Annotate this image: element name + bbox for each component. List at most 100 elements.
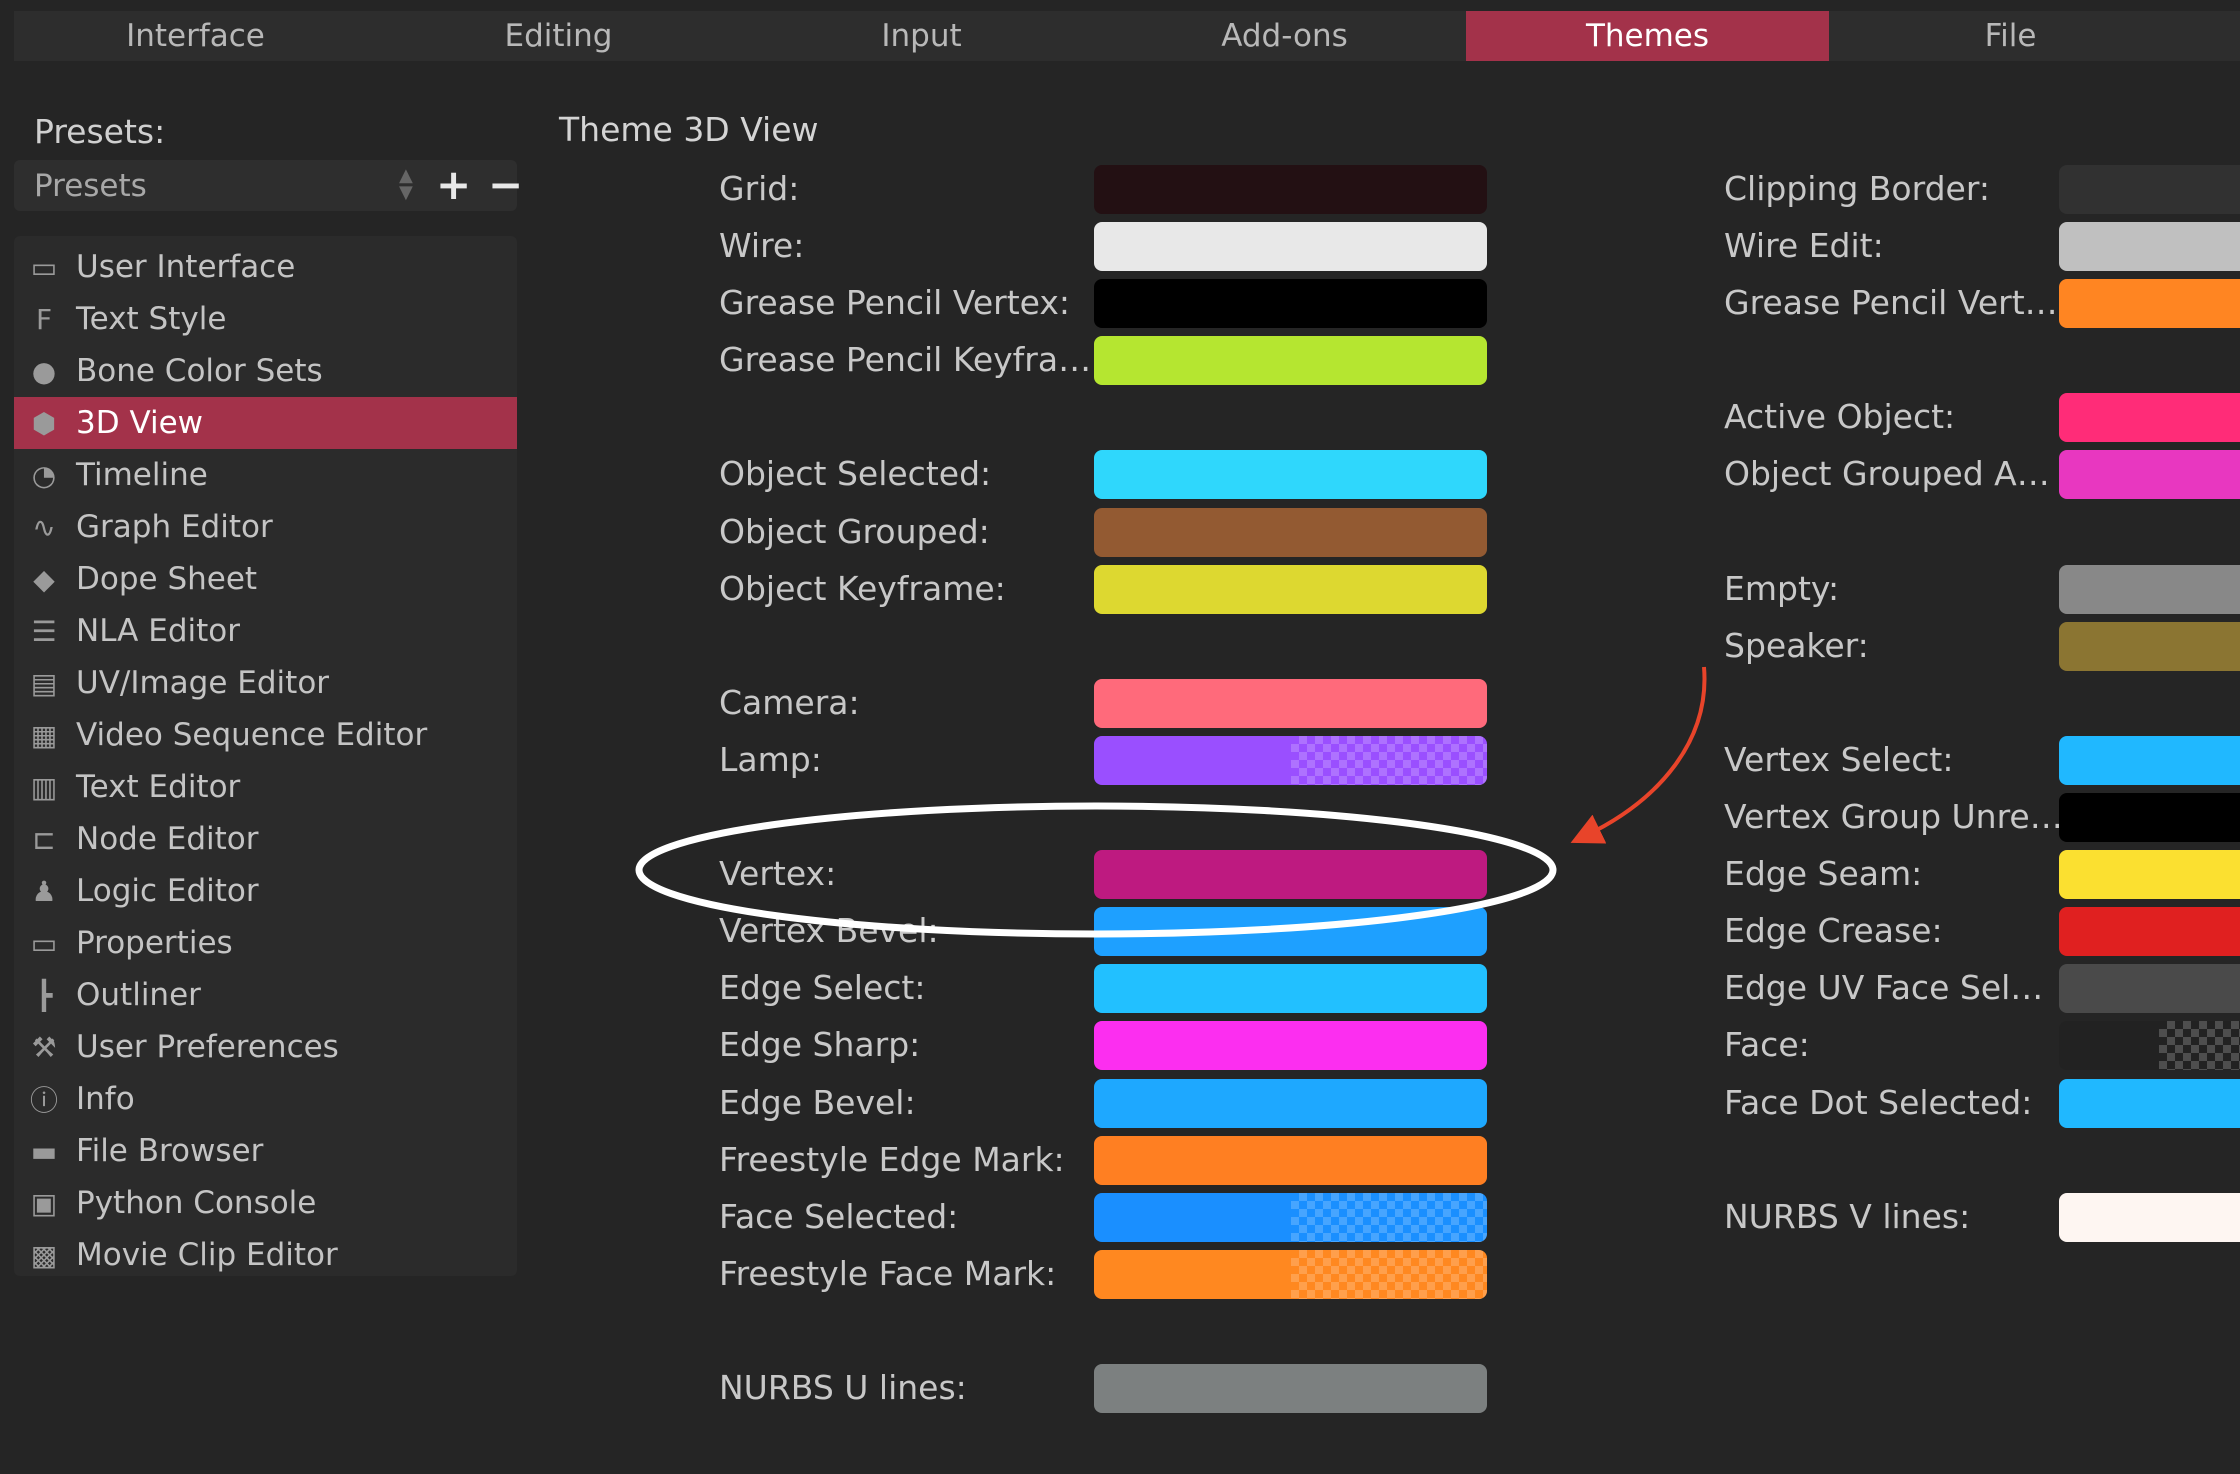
color-swatch[interactable]	[1094, 507, 1487, 557]
preferences-tabs: Interface Editing Input Add-ons Themes File	[14, 11, 2240, 61]
presets-value: Presets	[34, 168, 147, 204]
color-swatch[interactable]	[2059, 279, 2240, 329]
color-label: Grease Pencil Vertex:	[719, 283, 1071, 323]
sidebar-item-label: Text Editor	[76, 769, 241, 805]
color-label: Empty:	[1724, 568, 1840, 608]
color-swatch[interactable]	[1094, 336, 1487, 386]
remove-preset-button[interactable]: −	[488, 160, 523, 209]
sidebar-item-text-style[interactable]: F Text Style	[14, 293, 517, 345]
color-label: Active Object:	[1724, 397, 1956, 437]
sidebar-item-label: Outliner	[76, 977, 201, 1013]
color-swatch[interactable]	[2059, 1021, 2240, 1071]
sidebar-item-graph-editor[interactable]: ∿ Graph Editor	[14, 501, 517, 553]
sidebar-item-label: Logic Editor	[76, 873, 259, 909]
sidebar-item-movie-clip-editor[interactable]: ▩ Movie Clip Editor	[14, 1229, 517, 1281]
sidebar-item-label: Text Style	[76, 301, 227, 337]
color-label: Edge Crease:	[1724, 911, 1943, 951]
presets-dropdown[interactable]: Presets ▲ ▼ + −	[14, 160, 523, 211]
color-swatch[interactable]	[1094, 1363, 1487, 1413]
sidebar-item-info[interactable]: ⓘ Info	[14, 1073, 517, 1125]
updown-arrows-icon: ▲ ▼	[399, 165, 413, 203]
color-swatch[interactable]	[1094, 964, 1487, 1014]
color-swatch[interactable]	[2059, 564, 2240, 614]
color-label: Face Selected:	[719, 1196, 959, 1236]
tab-add-ons[interactable]: Add-ons	[1103, 11, 1466, 61]
color-label: Face:	[1724, 1025, 1810, 1065]
tab-editing[interactable]: Editing	[377, 11, 740, 61]
color-swatch[interactable]	[2059, 450, 2240, 500]
sidebar-item-dope-sheet[interactable]: ◆ Dope Sheet	[14, 553, 517, 605]
color-swatch[interactable]	[1094, 450, 1487, 500]
color-swatch[interactable]	[2059, 850, 2240, 900]
color-label: Edge Sharp:	[719, 1025, 921, 1065]
sidebar-item-label: Movie Clip Editor	[76, 1237, 338, 1273]
sidebar-item-label: Node Editor	[76, 821, 259, 857]
console-icon: ▣	[30, 1186, 58, 1220]
sidebar-item-uv-image-editor[interactable]: ▤ UV/Image Editor	[14, 657, 517, 709]
color-swatch[interactable]	[2059, 222, 2240, 272]
sidebar-item-user-preferences[interactable]: ⚒ User Preferences	[14, 1021, 517, 1073]
properties-icon: ▭	[30, 926, 58, 960]
color-swatch[interactable]	[1094, 1078, 1487, 1128]
color-label: Wire Edit:	[1724, 226, 1884, 266]
color-label: Vertex Bevel:	[719, 911, 939, 951]
alpha-checker	[1290, 1192, 1487, 1242]
color-label: Object Grouped A…	[1724, 454, 2050, 494]
color-swatch[interactable]	[1094, 907, 1487, 957]
color-label: Vertex Select:	[1724, 739, 1954, 779]
color-swatch[interactable]	[2059, 964, 2240, 1014]
section-title: Theme 3D View	[559, 110, 819, 149]
color-swatch[interactable]	[2059, 165, 2240, 214]
color-swatch[interactable]	[2059, 1192, 2240, 1242]
sidebar-item-properties[interactable]: ▭ Properties	[14, 917, 517, 969]
color-swatch[interactable]	[1094, 165, 1487, 214]
color-label: Vertex:	[719, 854, 837, 894]
color-swatch[interactable]	[2059, 621, 2240, 671]
color-swatch[interactable]	[2059, 393, 2240, 443]
color-swatch[interactable]	[1094, 1192, 1487, 1242]
sidebar-item-label: NLA Editor	[76, 613, 240, 649]
color-swatch[interactable]	[1094, 678, 1487, 728]
text-style-icon: F	[35, 302, 53, 336]
sidebar-item-outliner[interactable]: ┣ Outliner	[14, 969, 517, 1021]
sidebar-item-label: 3D View	[76, 405, 204, 441]
sidebar-item-text-editor[interactable]: ▥ Text Editor	[14, 761, 517, 813]
color-swatch[interactable]	[1094, 279, 1487, 329]
color-label: Edge Bevel:	[719, 1082, 916, 1122]
color-swatch[interactable]	[1094, 1249, 1487, 1299]
color-swatch[interactable]	[2059, 1078, 2240, 1128]
color-swatch[interactable]	[1094, 1021, 1487, 1071]
sidebar-item-3d-view[interactable]: ⬢ 3D View	[14, 397, 517, 449]
sidebar-item-user-interface[interactable]: ▭ User Interface	[14, 241, 517, 293]
sidebar-item-timeline[interactable]: ◔ Timeline	[14, 449, 517, 501]
sidebar-item-logic-editor[interactable]: ♟ Logic Editor	[14, 865, 517, 917]
color-swatch[interactable]	[1094, 564, 1487, 614]
tab-interface[interactable]: Interface	[14, 11, 377, 61]
color-swatch[interactable]	[2059, 793, 2240, 843]
sidebar-item-bone-color-sets[interactable]: ● Bone Color Sets	[14, 345, 517, 397]
color-swatch[interactable]	[1094, 1135, 1487, 1185]
color-swatch[interactable]	[1094, 850, 1487, 900]
ui-icon: ▭	[30, 250, 58, 284]
sidebar-item-file-browser[interactable]: ▬ File Browser	[14, 1125, 517, 1177]
sidebar-item-nla-editor[interactable]: ☰ NLA Editor	[14, 605, 517, 657]
theme-category-list: ▭ User Interface F Text Style ● Bone Color Se…	[14, 236, 517, 1276]
add-preset-button[interactable]: +	[436, 160, 471, 209]
color-swatch[interactable]	[2059, 735, 2240, 785]
sidebar-item-label: Python Console	[76, 1185, 317, 1221]
nla-icon: ☰	[31, 614, 57, 648]
tab-themes[interactable]: Themes	[1466, 11, 1829, 61]
sidebar-item-node-editor[interactable]: ⊏ Node Editor	[14, 813, 517, 865]
color-swatch[interactable]	[1094, 735, 1487, 785]
color-label: Wire:	[719, 226, 805, 266]
sidebar-item-video-sequence-editor[interactable]: ▦ Video Sequence Editor	[14, 709, 517, 761]
color-swatch[interactable]	[2059, 907, 2240, 957]
color-swatch[interactable]	[1094, 222, 1487, 272]
sidebar-item-label: Timeline	[76, 457, 208, 493]
tab-file[interactable]: File	[1829, 11, 2192, 61]
sidebar-item-python-console[interactable]: ▣ Python Console	[14, 1177, 517, 1229]
cube-icon: ⬢	[31, 406, 57, 440]
sidebar-item-label: Bone Color Sets	[76, 353, 323, 389]
image-icon: ▤	[30, 666, 58, 700]
tab-input[interactable]: Input	[740, 11, 1103, 61]
